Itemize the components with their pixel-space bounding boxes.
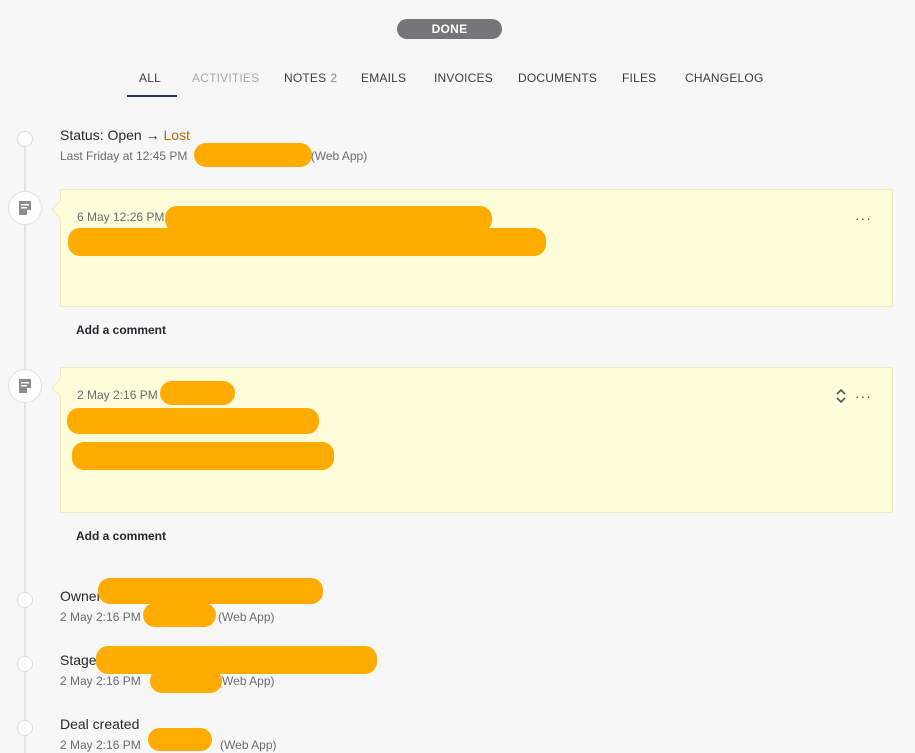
more-options-icon[interactable]: ··· — [855, 210, 872, 226]
timeline-dot — [17, 656, 33, 672]
tab-invoices-label: INVOICES — [434, 71, 493, 85]
event-time: Last Friday at 12:45 PM — [60, 149, 188, 163]
status-to: Lost — [163, 127, 190, 143]
tab-emails[interactable]: EMAILS — [361, 70, 406, 86]
event-source: (Web App) — [310, 149, 368, 163]
timeline-dot — [17, 720, 33, 736]
event-time: 2 May 2:16 PM — [60, 738, 141, 752]
arrow-right-icon: → — [145, 127, 160, 143]
active-tab-indicator — [127, 95, 177, 97]
redaction — [72, 442, 334, 470]
timeline-dot — [17, 592, 33, 608]
note-date: 6 May 12:26 PM — [77, 210, 165, 224]
note-icon — [19, 201, 31, 215]
tab-emails-label: EMAILS — [361, 71, 407, 85]
add-comment-link[interactable]: Add a comment — [76, 323, 166, 337]
tab-changelog-label: CHANGELOG — [685, 71, 764, 85]
redaction — [68, 228, 546, 256]
tab-files-label: FILES — [622, 71, 657, 85]
event-source: (Web App) — [218, 610, 275, 624]
expand-collapse-icon[interactable] — [834, 387, 848, 405]
redaction — [160, 381, 235, 405]
note-icon-badge — [8, 369, 42, 403]
event-source: (Web App) — [218, 674, 275, 688]
tab-all[interactable]: ALL — [139, 70, 161, 86]
note-icon-badge — [8, 191, 42, 225]
deal-status-pill: DONE — [397, 19, 502, 39]
timeline-dot — [17, 131, 33, 147]
redaction — [194, 143, 312, 167]
tab-notes[interactable]: NOTES 2 — [284, 70, 337, 86]
add-comment-link[interactable]: Add a comment — [76, 529, 166, 543]
tab-documents[interactable]: DOCUMENTS — [518, 70, 597, 86]
tab-changelog[interactable]: CHANGELOG — [685, 70, 763, 86]
status-change-title: Status: Open → Lost — [60, 126, 367, 144]
tab-all-label: ALL — [139, 71, 161, 85]
tab-activities[interactable]: ACTIVITIES — [192, 70, 259, 86]
event-source: (Web App) — [220, 738, 277, 752]
redaction — [67, 408, 319, 434]
status-from: Status: Open — [60, 127, 142, 143]
tab-activities-label: ACTIVITIES — [192, 71, 260, 85]
event-time: 2 May 2:16 PM — [60, 674, 141, 688]
note-date: 2 May 2:16 PM — [77, 388, 158, 402]
tab-files[interactable]: FILES — [622, 70, 656, 86]
note-icon — [19, 379, 31, 393]
tab-documents-label: DOCUMENTS — [518, 71, 598, 85]
redaction — [96, 646, 377, 674]
redaction — [98, 578, 323, 604]
tab-invoices[interactable]: INVOICES — [434, 70, 493, 86]
more-options-icon[interactable]: ··· — [855, 388, 872, 404]
redaction — [148, 728, 212, 751]
tab-notes-label: NOTES — [284, 71, 327, 85]
redaction — [150, 669, 222, 693]
event-time: 2 May 2:16 PM — [60, 610, 141, 624]
timeline-tabs: ALL ACTIVITIES NOTES 2 EMAILS INVOICES DO… — [0, 70, 915, 98]
redaction — [143, 603, 216, 627]
tab-notes-count: 2 — [330, 71, 338, 85]
